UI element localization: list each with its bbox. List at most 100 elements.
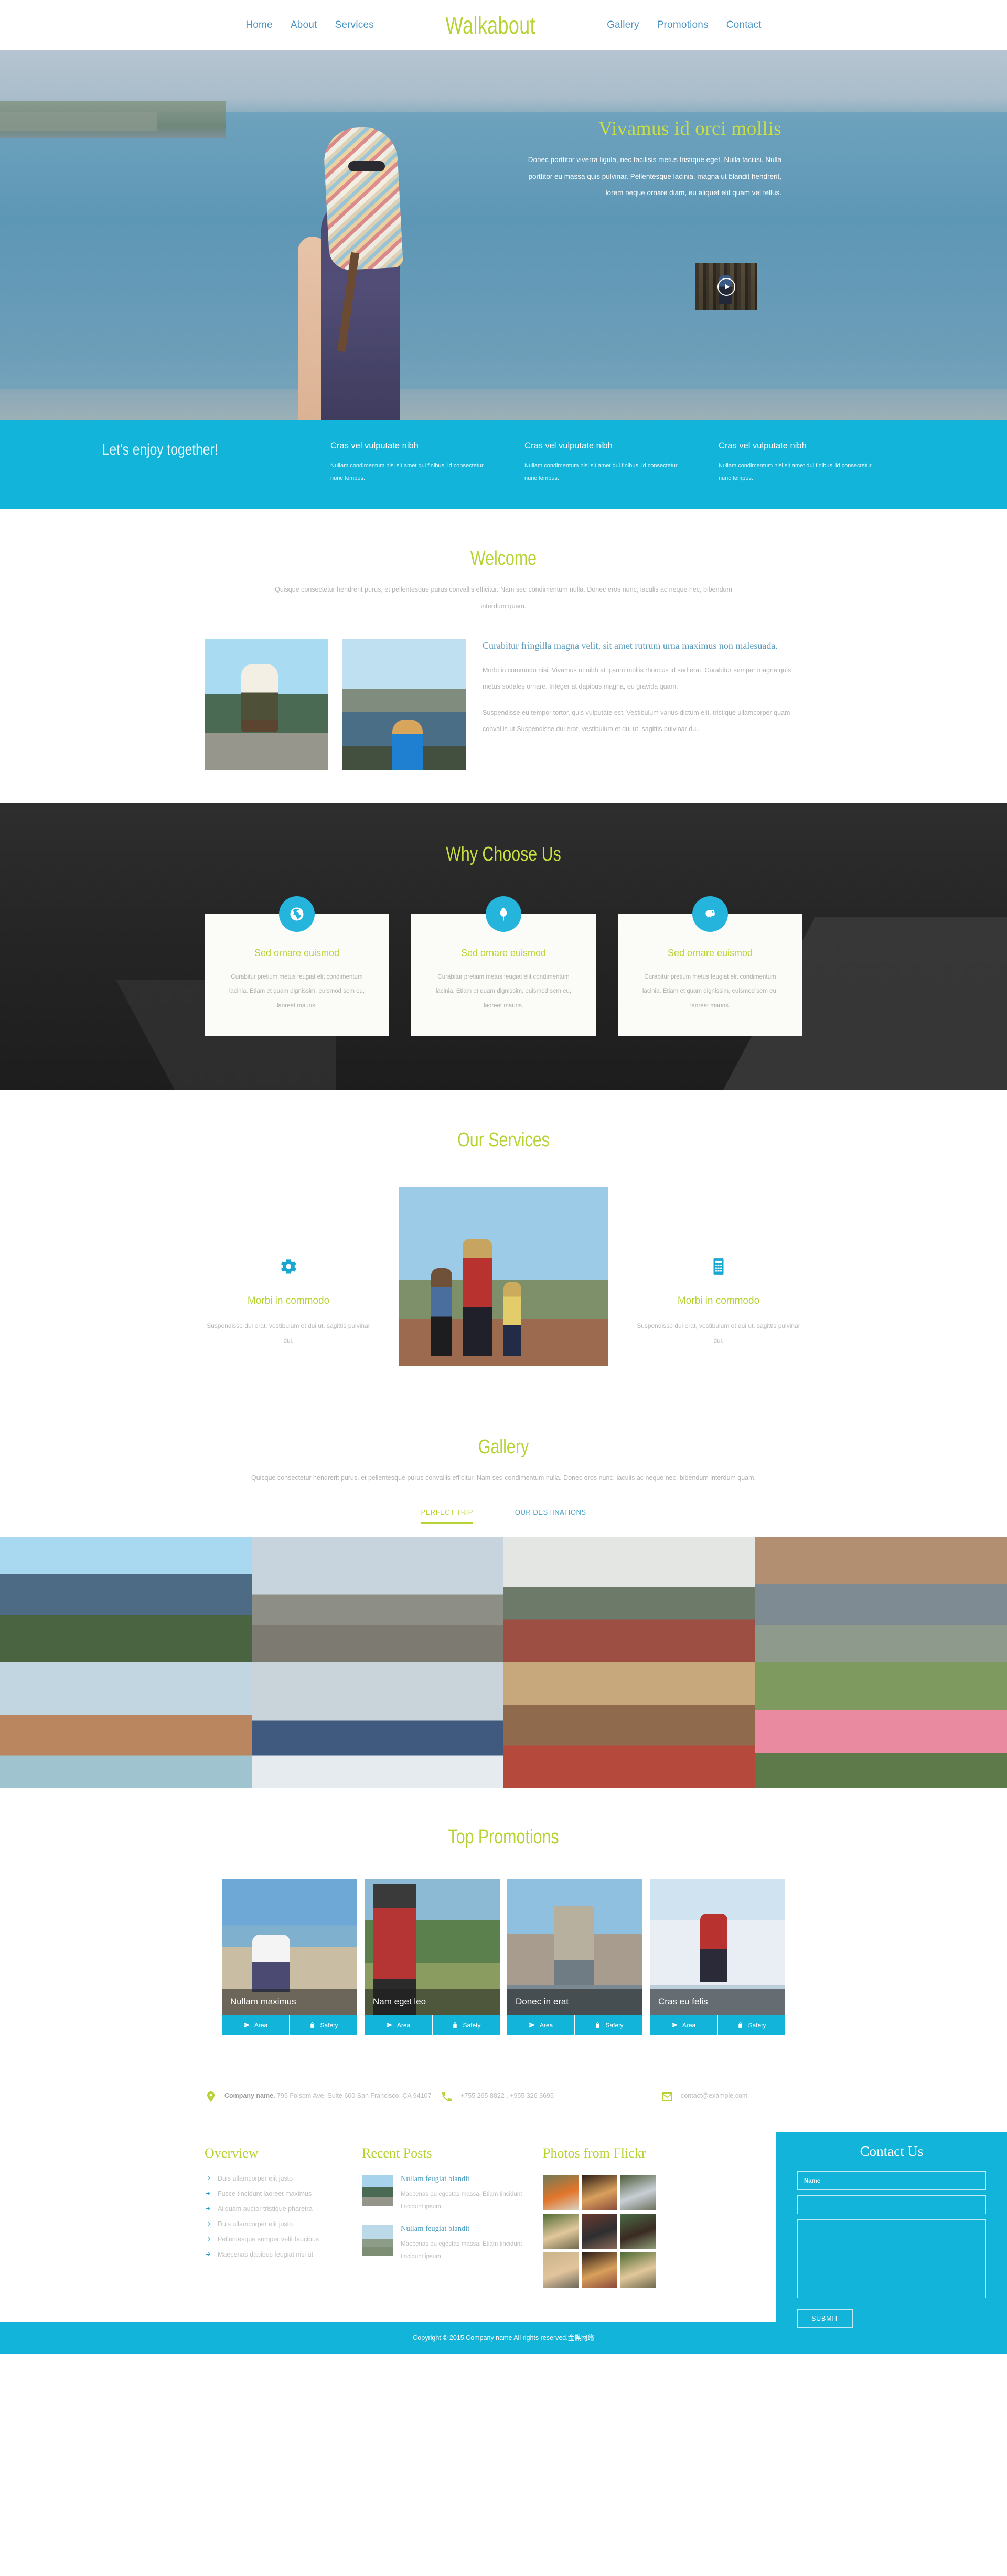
flickr-photo[interactable]	[543, 2252, 579, 2288]
overview-link[interactable]: Pellentesque semper velit faucibus	[205, 2236, 346, 2243]
promotion-area-button[interactable]: Area	[222, 2015, 289, 2035]
service-text: Suspendisse dui erat, vestibulum et dui …	[207, 1322, 370, 1345]
promotion-area-button[interactable]: Area	[650, 2015, 717, 2035]
enjoy-column-heading: Cras vel vulputate nibh	[718, 441, 807, 450]
hero-title: Vivamus id orci mollis	[598, 118, 781, 139]
why-card[interactable]: Sed ornare euismod Curabitur pretium met…	[205, 896, 389, 1036]
recent-posts-title: Recent Posts	[362, 2145, 432, 2161]
nav-item-contact[interactable]: Contact	[726, 19, 762, 31]
promotion-safety-button[interactable]: Safety	[289, 2015, 357, 2035]
submit-button[interactable]: SUBMIT	[797, 2309, 853, 2328]
nav-item-about[interactable]: About	[291, 19, 317, 31]
arrow-right-icon	[206, 2237, 210, 2241]
post-heading: Nullam feugiat blandit	[401, 2174, 470, 2183]
gallery-image[interactable]	[0, 1662, 252, 1788]
gallery-tabs: PERFECT TRIP OUR DESTINATIONS	[0, 1508, 1007, 1524]
enjoy-column: Cras vel vulputate nibh Nullam condiment…	[719, 441, 913, 485]
services-photo	[399, 1187, 608, 1366]
promotion-safety-button[interactable]: Safety	[432, 2015, 500, 2035]
arrow-right-icon	[206, 2222, 210, 2226]
overview-link[interactable]: Duis ullamcorper elit justo	[205, 2220, 346, 2228]
gallery-image[interactable]	[252, 1662, 504, 1788]
piggy-bank-icon	[692, 896, 728, 932]
globe-icon	[279, 896, 315, 932]
gallery-image[interactable]	[0, 1536, 252, 1662]
overview-link[interactable]: Maecenas dapibus feugiat nisi ut	[205, 2251, 346, 2258]
gallery-image[interactable]	[252, 1536, 504, 1662]
gallery-image[interactable]	[755, 1662, 1007, 1788]
phone-number[interactable]: +755 265 8822 , +955 326 3695	[460, 2089, 554, 2102]
enjoy-column-heading: Cras vel vulputate nibh	[524, 441, 613, 450]
nav-item-promotions[interactable]: Promotions	[657, 19, 709, 31]
promotion-caption: Nullam maximus	[222, 1989, 357, 2015]
contact-name-input[interactable]	[797, 2171, 986, 2190]
flickr-photo[interactable]	[620, 2174, 656, 2210]
flickr-photo[interactable]	[582, 2252, 617, 2288]
nav-item-home[interactable]: Home	[245, 19, 272, 31]
why-card-heading: Sed ornare euismod	[254, 947, 340, 958]
flickr-photo[interactable]	[620, 2213, 656, 2249]
nav-item-services[interactable]: Services	[335, 19, 373, 31]
gallery-image[interactable]	[755, 1536, 1007, 1662]
gallery-section: Gallery Quisque consectetur hendrerit pu…	[0, 1398, 1007, 1788]
flickr-photo[interactable]	[582, 2174, 617, 2210]
hero-video-thumbnail[interactable]	[695, 263, 757, 310]
info-email: contact@example.com	[661, 2089, 747, 2103]
promotion-caption: Nam eget leo	[365, 1989, 500, 2015]
footer-flickr: Photos from Flickr	[543, 2145, 732, 2288]
gear-icon	[205, 1252, 372, 1281]
tab-perfect-trip[interactable]: PERFECT TRIP	[421, 1508, 473, 1524]
gallery-image[interactable]	[504, 1662, 755, 1788]
top-promotions-section: Top Promotions Nullam maximus Area Safet…	[0, 1788, 1007, 2066]
promotion-area-button[interactable]: Area	[365, 2015, 432, 2035]
site-logo[interactable]: Walkabout	[445, 11, 535, 39]
hero-traveler-photo	[294, 95, 451, 420]
promotion-safety-button[interactable]: Safety	[574, 2015, 642, 2035]
flickr-title: Photos from Flickr	[543, 2145, 646, 2161]
contact-us-panel: Contact Us SUBMIT	[776, 2131, 1007, 2349]
tree-icon	[486, 896, 521, 932]
post-thumbnail	[362, 2174, 393, 2206]
overview-link[interactable]: Fusce tincidunt laoreet maximus	[205, 2190, 346, 2197]
footer-overview: Overview Duis ullamcorper elit justo Fus…	[205, 2145, 362, 2288]
overview-title: Overview	[205, 2145, 259, 2161]
service-item-right: Morbi in commodo Suspendisse dui erat, v…	[635, 1187, 802, 1349]
welcome-image-jumping	[205, 638, 328, 770]
promotion-safety-button[interactable]: Safety	[717, 2015, 785, 2035]
contact-email-input[interactable]	[797, 2195, 986, 2214]
mail-icon	[662, 2092, 672, 2101]
welcome-heading: Curabitur fringilla magna velit, sit ame…	[483, 640, 778, 651]
why-card[interactable]: Sed ornare euismod Curabitur pretium met…	[411, 896, 596, 1036]
flickr-photo[interactable]	[620, 2252, 656, 2288]
flickr-photo[interactable]	[543, 2174, 579, 2210]
overview-link[interactable]: Duis ullamcorper elit justo	[205, 2175, 346, 2182]
promotion-card[interactable]: Donec in erat Area Safety	[507, 1879, 642, 2035]
promotion-card[interactable]: Nullam maximus Area Safety	[222, 1879, 357, 2035]
why-title: Why Choose Us	[446, 843, 561, 865]
overview-link[interactable]: Aliquam auctor tristique pharetra	[205, 2205, 346, 2213]
why-card-heading: Sed ornare euismod	[460, 947, 547, 958]
promotion-card[interactable]: Cras eu felis Area Safety	[650, 1879, 785, 2035]
hero-banner: Vivamus id orci mollis Donec porttitor v…	[0, 50, 1007, 420]
gallery-image[interactable]	[504, 1536, 755, 1662]
company-address: 795 Folsom Ave, Suite 600 San Francisco,…	[275, 2091, 432, 2099]
flickr-photo[interactable]	[582, 2213, 617, 2249]
enjoy-title: Let's enjoy together!	[102, 441, 218, 458]
lock-icon	[738, 2022, 743, 2028]
arrow-right-icon	[206, 2192, 210, 2196]
tab-our-destinations[interactable]: OUR DESTINATIONS	[515, 1508, 586, 1524]
why-card[interactable]: Sed ornare euismod Curabitur pretium met…	[618, 896, 802, 1036]
email-address[interactable]: contact@example.com	[681, 2089, 747, 2102]
flickr-photo[interactable]	[543, 2213, 579, 2249]
promotion-area-button[interactable]: Area	[507, 2015, 574, 2035]
contact-message-textarea[interactable]	[797, 2219, 986, 2298]
promotion-card[interactable]: Nam eget leo Area Safety	[365, 1879, 500, 2035]
post-thumbnail	[362, 2225, 393, 2257]
play-icon[interactable]	[717, 278, 735, 296]
recent-post-item[interactable]: Nullam feugiat blandit Maecenas eu egest…	[362, 2174, 527, 2213]
send-icon	[529, 2023, 535, 2028]
nav-item-gallery[interactable]: Gallery	[607, 19, 639, 31]
service-heading: Morbi in commodo	[247, 1295, 330, 1306]
recent-post-item[interactable]: Nullam feugiat blandit Maecenas eu egest…	[362, 2225, 527, 2263]
welcome-image-fjord	[342, 638, 466, 770]
